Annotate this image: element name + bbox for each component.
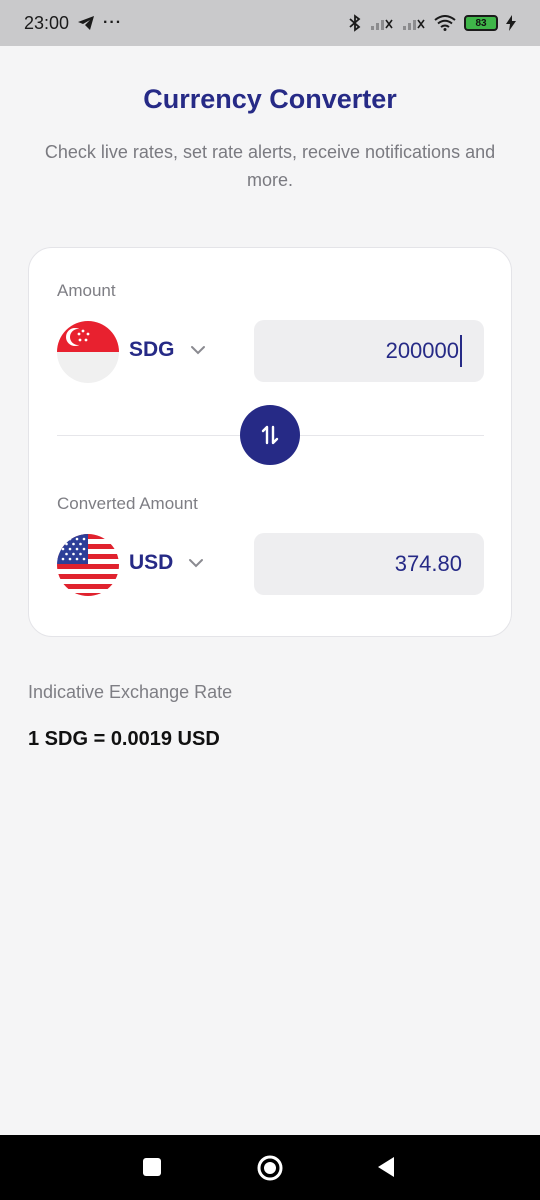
bluetooth-icon: [349, 14, 361, 32]
back-button[interactable]: [376, 1156, 396, 1183]
signal-icon: [371, 19, 393, 30]
swap-icon: [261, 425, 279, 445]
chevron-down-icon: [189, 559, 204, 568]
wifi-icon: [434, 15, 456, 31]
charging-icon: [506, 15, 516, 31]
status-bar: 23:00 ··· 83: [0, 0, 540, 46]
to-currency-code: USD: [129, 551, 174, 574]
singapore-flag-icon: [57, 321, 119, 383]
telegram-icon: [78, 16, 95, 30]
exchange-rate-label: Indicative Exchange Rate: [28, 682, 233, 702]
amount-input[interactable]: 200000: [254, 320, 484, 382]
more-icon: ···: [103, 14, 123, 31]
home-circle-icon: [257, 1155, 283, 1181]
square-icon: [143, 1158, 161, 1176]
swap-button[interactable]: [240, 405, 300, 465]
to-currency-select[interactable]: USD: [129, 551, 205, 575]
from-currency-code: SDG: [129, 338, 175, 361]
home-button[interactable]: [256, 1154, 284, 1187]
amount-value: 200000: [385, 338, 459, 363]
converter-card: Amount SDG 200000 Converted Amount USD 3…: [28, 247, 512, 637]
signal-icon: [403, 19, 425, 30]
recents-button[interactable]: [142, 1156, 162, 1183]
page-title: Currency Converter: [143, 84, 397, 114]
page-subtitle: Check live rates, set rate alerts, recei…: [44, 142, 496, 190]
text-cursor: [460, 335, 462, 367]
converted-amount-label: Converted Amount: [57, 494, 198, 513]
back-triangle-icon: [378, 1157, 394, 1177]
from-currency-select[interactable]: SDG: [129, 338, 207, 362]
exchange-rate-value: 1 SDG = 0.0019 USD: [28, 728, 220, 750]
chevron-down-icon: [190, 346, 205, 355]
status-time: 23:00: [24, 12, 70, 33]
converted-amount-field[interactable]: 374.80: [254, 533, 484, 595]
navigation-bar: [0, 1135, 540, 1200]
converted-amount-value: 374.80: [394, 551, 462, 576]
battery-icon: 83: [464, 15, 498, 31]
amount-label: Amount: [57, 281, 116, 300]
us-flag-icon: [57, 534, 119, 596]
